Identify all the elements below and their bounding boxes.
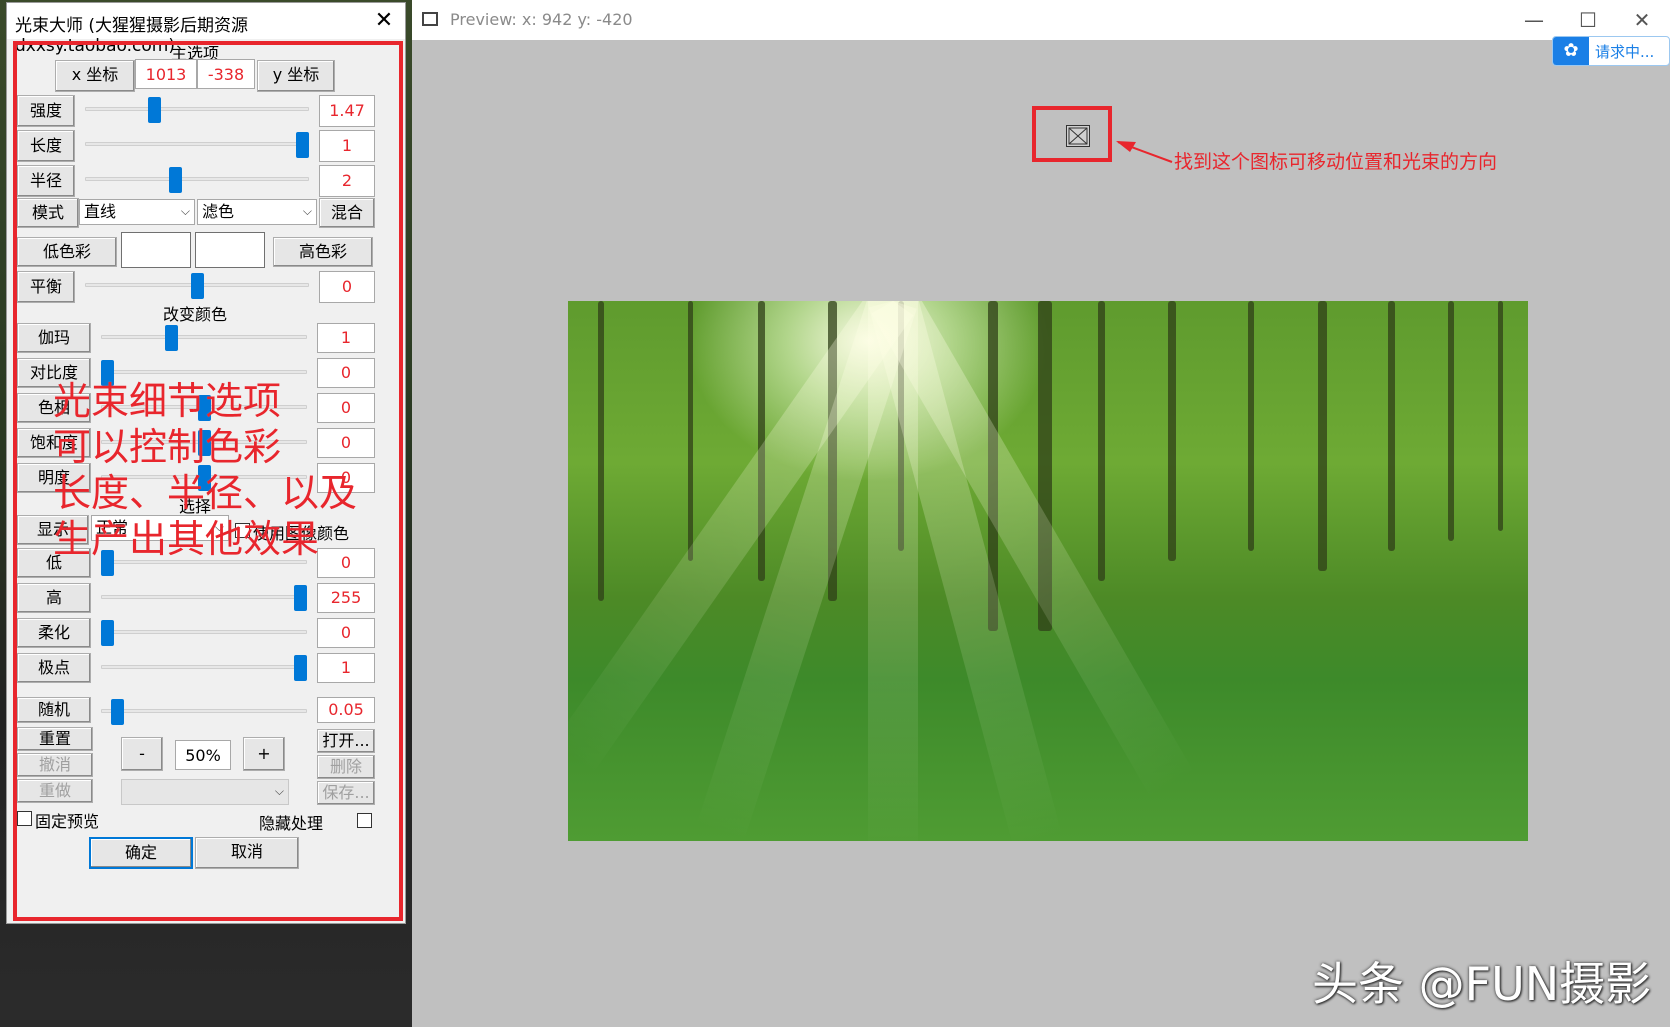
slider-label-半径: 半径	[17, 165, 75, 197]
zoom-level[interactable]: 50%	[175, 740, 231, 770]
slider-track[interactable]	[85, 107, 309, 111]
slider-label-强度: 强度	[17, 95, 75, 127]
slider-thumb[interactable]	[148, 97, 162, 123]
y-coordinate-value[interactable]: -338	[197, 59, 255, 89]
slider-label-平衡: 平衡	[17, 271, 75, 303]
tree-trunk	[1248, 301, 1254, 551]
chevron-down-icon: ⌵	[274, 784, 284, 798]
background-status-bar	[0, 990, 412, 1027]
slider-value[interactable]: 1.47	[319, 95, 375, 127]
slider-value[interactable]: 0	[317, 393, 375, 423]
slider-label-随机: 随机	[17, 697, 91, 723]
slider-value[interactable]: 1	[317, 653, 375, 683]
overlay-line: 光束细节选项	[53, 379, 282, 423]
fixed-preview-checkbox[interactable]	[17, 811, 32, 826]
slider-value[interactable]: 0.05	[317, 697, 375, 723]
hide-processing-checkbox[interactable]	[357, 813, 372, 828]
redo-button[interactable]: 重做	[17, 779, 93, 803]
slider-track[interactable]	[85, 142, 309, 146]
delete-button[interactable]: 删除	[317, 755, 375, 779]
slider-label-高: 高	[17, 583, 91, 613]
preset-select[interactable]: ⌵	[121, 779, 289, 805]
slider-value[interactable]: 2	[319, 165, 375, 197]
slider-thumb[interactable]	[110, 699, 124, 725]
dialog-title: 光束大师 (大猩猩摄影后期资源 dxxsy.taobao.com)	[7, 3, 405, 56]
cancel-button[interactable]: 取消	[195, 837, 299, 869]
slider-label-伽玛: 伽玛	[17, 323, 91, 353]
overlay-line: 生产出其他效果	[53, 517, 320, 561]
slider-thumb[interactable]	[294, 585, 307, 611]
slider-track[interactable]	[101, 630, 307, 634]
slider-thumb[interactable]	[296, 132, 309, 158]
slider-track[interactable]	[101, 595, 307, 599]
chevron-down-icon: ⌵	[180, 204, 190, 218]
slider-value[interactable]: 0	[319, 271, 375, 303]
hide-processing-label: 隐藏处理	[259, 814, 324, 833]
preview-image	[568, 301, 1528, 841]
undo-button[interactable]: 撤消	[17, 753, 93, 777]
reset-button[interactable]: 重置	[17, 727, 93, 751]
slider-value[interactable]: 0	[317, 548, 375, 578]
ok-button[interactable]: 确定	[89, 837, 193, 869]
overlay-line: 长度、半径、以及	[53, 471, 358, 515]
slider-track[interactable]	[101, 665, 307, 669]
slider-value[interactable]: 0	[317, 358, 375, 388]
slider-label-柔化: 柔化	[17, 618, 91, 648]
slider-thumb[interactable]	[294, 655, 307, 681]
tree-trunk	[1388, 301, 1395, 551]
preview-window: Preview: x: 942 y: -420 — ☐ ✕ ✿ 请求中... 找…	[412, 0, 1670, 1027]
x-coordinate-button[interactable]: x 坐标	[55, 60, 135, 92]
slider-label-长度: 长度	[17, 130, 75, 162]
slider-value[interactable]: 0	[317, 428, 375, 458]
blend-button[interactable]: 混合	[319, 198, 375, 228]
slider-label-极点: 极点	[17, 653, 91, 683]
watermark: 头条 @FUN摄影	[1312, 957, 1652, 1011]
mode-label: 模式	[17, 198, 79, 228]
slider-thumb[interactable]	[169, 167, 183, 193]
tree-trunk	[1318, 301, 1327, 571]
slider-thumb[interactable]	[164, 325, 178, 351]
low-color-button[interactable]: 低色彩	[17, 237, 117, 267]
tree-trunk	[1098, 301, 1105, 581]
slider-value[interactable]: 1	[317, 323, 375, 353]
high-color-button[interactable]: 高色彩	[273, 237, 373, 267]
mode-line-value: 直线	[84, 202, 117, 221]
tree-trunk	[1448, 301, 1454, 541]
high-color-swatch[interactable]	[195, 232, 265, 268]
open-button[interactable]: 打开...	[317, 729, 375, 753]
tree-trunk	[1498, 301, 1503, 531]
slider-value[interactable]: 0	[317, 618, 375, 648]
chevron-down-icon: ⌵	[302, 204, 312, 218]
zoom-out-button[interactable]: -	[121, 737, 163, 771]
mode-blend-value: 滤色	[202, 202, 235, 221]
annotation-text: 找到这个图标可移动位置和光束的方向	[1174, 151, 1498, 173]
slider-track[interactable]	[85, 177, 309, 181]
light-beam-dialog: 光束大师 (大猩猩摄影后期资源 dxxsy.taobao.com) ✕ 主选项 …	[6, 2, 406, 924]
low-color-swatch[interactable]	[121, 232, 191, 268]
zoom-in-button[interactable]: +	[243, 737, 285, 771]
close-icon[interactable]: ✕	[369, 7, 399, 35]
mode-blend-select[interactable]: 滤色 ⌵	[197, 199, 317, 225]
tree-trunk	[1168, 301, 1176, 561]
slider-value[interactable]: 255	[317, 583, 375, 613]
slider-value[interactable]: 1	[319, 130, 375, 162]
tree-trunk	[598, 301, 604, 601]
slider-track[interactable]	[101, 370, 307, 374]
save-button[interactable]: 保存...	[317, 781, 375, 805]
tree-trunk	[688, 301, 693, 561]
overlay-line: 可以控制色彩	[53, 425, 282, 469]
mode-line-select[interactable]: 直线 ⌵	[79, 199, 195, 225]
y-coordinate-button[interactable]: y 坐标	[257, 60, 335, 92]
slider-thumb[interactable]	[101, 620, 114, 646]
x-coordinate-value[interactable]: 1013	[135, 59, 197, 89]
section-change-color: 改变颜色	[163, 305, 228, 324]
slider-track[interactable]	[101, 709, 307, 713]
fixed-preview-label: 固定预览	[35, 812, 100, 831]
slider-track[interactable]	[101, 335, 307, 339]
slider-thumb[interactable]	[190, 273, 204, 299]
